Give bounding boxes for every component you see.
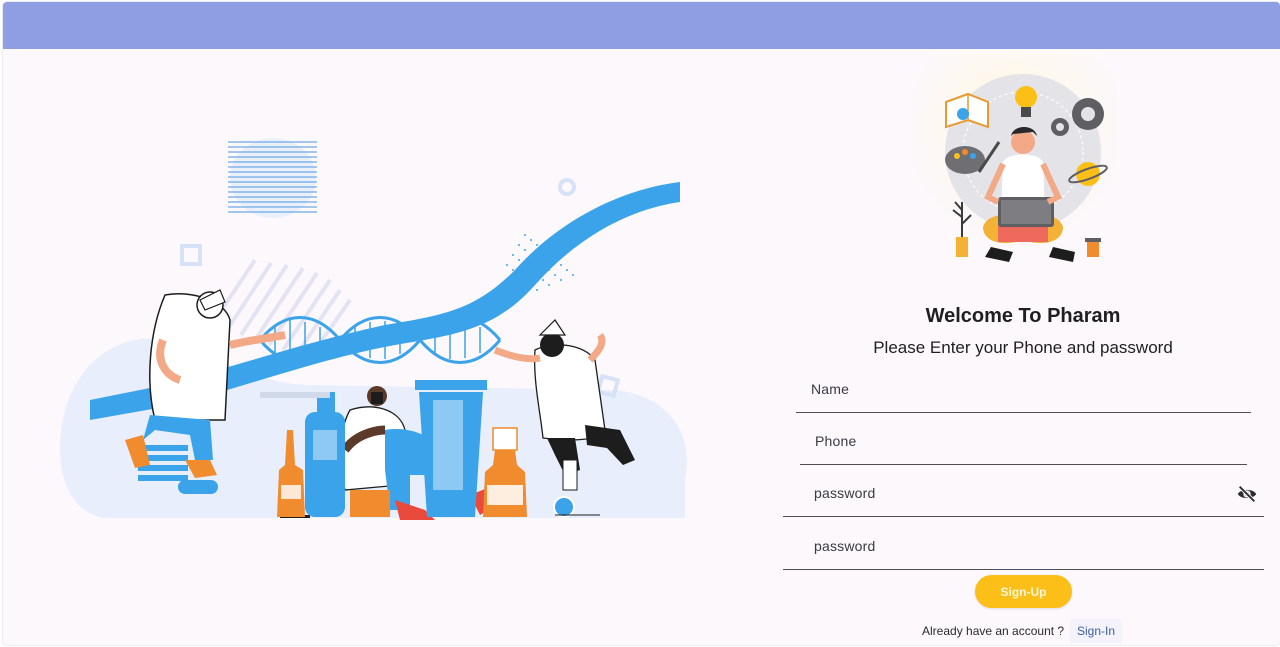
password-field[interactable]: password [783, 471, 1264, 517]
phone-field[interactable]: Phone [800, 419, 1247, 465]
hero-bg-circle [230, 138, 316, 218]
eye-off-icon[interactable] [1236, 483, 1258, 505]
name-field-label: Name [811, 381, 850, 397]
profile-illustration [913, 52, 1118, 267]
stripes-pattern [228, 141, 317, 213]
welcome-subtitle: Please Enter your Phone and password [873, 338, 1173, 357]
app-bar [3, 2, 1280, 49]
confirm-password-field-label: password [814, 538, 876, 554]
hero-illustration [60, 138, 687, 520]
signin-link[interactable]: Sign-In [1070, 619, 1123, 643]
confirm-password-field[interactable]: password [783, 524, 1264, 570]
welcome-title: Welcome To Pharam [925, 305, 1121, 327]
deco-circle [558, 178, 576, 196]
phone-field-label: Phone [815, 433, 857, 449]
coffee-cup-icon [1085, 238, 1101, 257]
deco-square-2 [595, 373, 621, 399]
signup-button[interactable]: Sign-Up [975, 575, 1072, 608]
deco-square [180, 244, 202, 266]
password-field-label: password [814, 485, 876, 501]
account-question: Already have an account ? [922, 624, 1065, 638]
name-field[interactable]: Name [796, 367, 1251, 413]
